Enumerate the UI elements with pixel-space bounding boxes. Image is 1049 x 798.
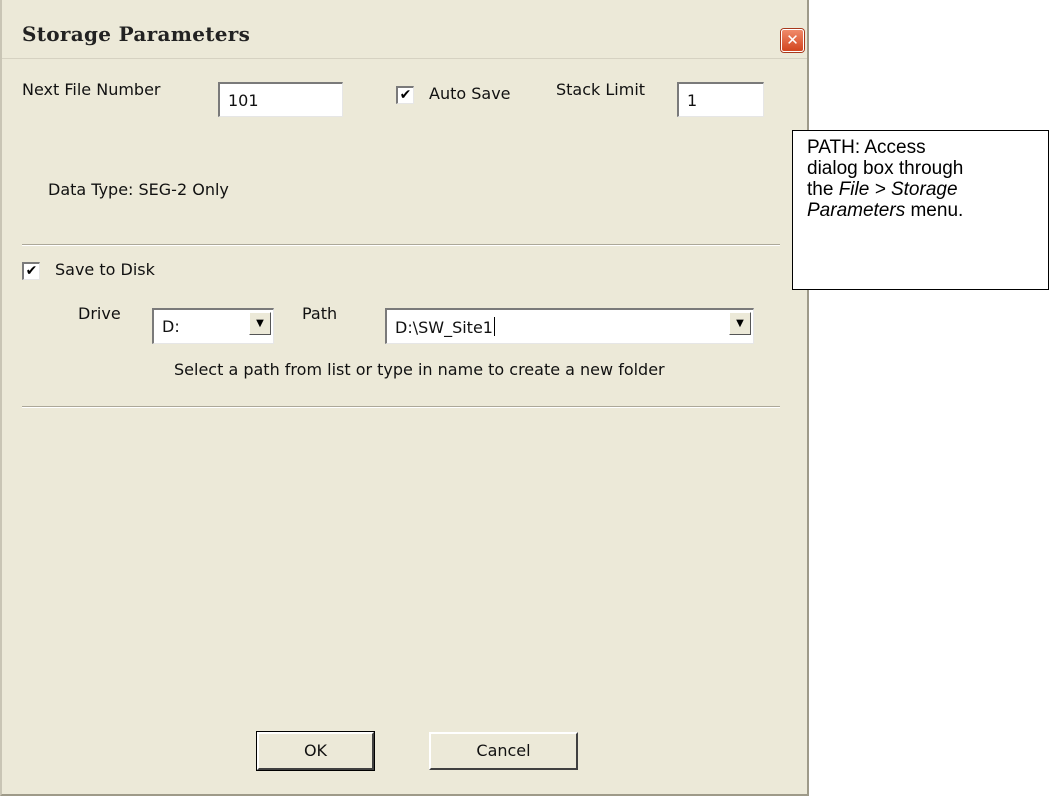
- auto-save-label[interactable]: Auto Save: [429, 84, 511, 103]
- drive-value: D:: [162, 317, 180, 336]
- chevron-down-icon: ▼: [256, 318, 264, 329]
- dialog-title: Storage Parameters: [22, 22, 251, 46]
- path-dropdown-button[interactable]: ▼: [729, 312, 751, 335]
- note-line-2: dialog box through: [807, 158, 964, 179]
- section-divider-bottom: [22, 406, 780, 408]
- next-file-number-label: Next File Number: [22, 80, 161, 99]
- note-menu-path: File > Storage: [838, 179, 958, 200]
- path-note-callout: PATH: Access dialog box through the File…: [792, 130, 1049, 290]
- section-divider-top: [22, 244, 780, 246]
- drive-dropdown-button[interactable]: ▼: [249, 312, 271, 335]
- note-line-3-prefix: the: [807, 179, 839, 200]
- note-line-3: the File > Storage: [807, 179, 1048, 200]
- save-to-disk-checkbox[interactable]: ✔: [22, 262, 40, 280]
- drive-label: Drive: [78, 304, 121, 323]
- path-hint-text: Select a path from list or type in name …: [174, 360, 665, 379]
- next-file-number-field[interactable]: 101: [218, 82, 343, 117]
- checkmark-icon: ✔: [399, 87, 412, 103]
- path-value: D:\SW_Site1: [395, 318, 493, 337]
- cancel-button[interactable]: Cancel: [429, 732, 578, 770]
- path-label: Path: [302, 304, 338, 323]
- save-to-disk-label[interactable]: Save to Disk: [55, 260, 155, 279]
- stack-limit-field[interactable]: 1: [677, 82, 764, 117]
- note-line-4: Parameters menu.: [807, 200, 1048, 221]
- drive-select[interactable]: D: ▼: [152, 308, 274, 344]
- stack-limit-label: Stack Limit: [556, 80, 646, 99]
- chevron-down-icon: ▼: [736, 318, 744, 329]
- close-icon: ✕: [786, 31, 799, 49]
- ok-button[interactable]: OK: [256, 731, 375, 771]
- text-caret: [493, 317, 495, 336]
- checkmark-icon: ✔: [25, 263, 38, 279]
- title-bar[interactable]: Storage Parameters ✕: [2, 0, 807, 59]
- note-line-1: PATH: Access: [807, 137, 926, 158]
- data-type-text: Data Type: SEG-2 Only: [48, 180, 229, 199]
- note-line-4-suffix: menu.: [905, 200, 964, 221]
- path-combobox[interactable]: D:\SW_Site1 ▼: [385, 308, 754, 344]
- storage-parameters-dialog: Storage Parameters ✕ Next File Number 10…: [0, 0, 809, 796]
- close-button[interactable]: ✕: [781, 29, 804, 52]
- auto-save-checkbox[interactable]: ✔: [396, 86, 414, 104]
- note-menu-item: Parameters: [807, 200, 906, 221]
